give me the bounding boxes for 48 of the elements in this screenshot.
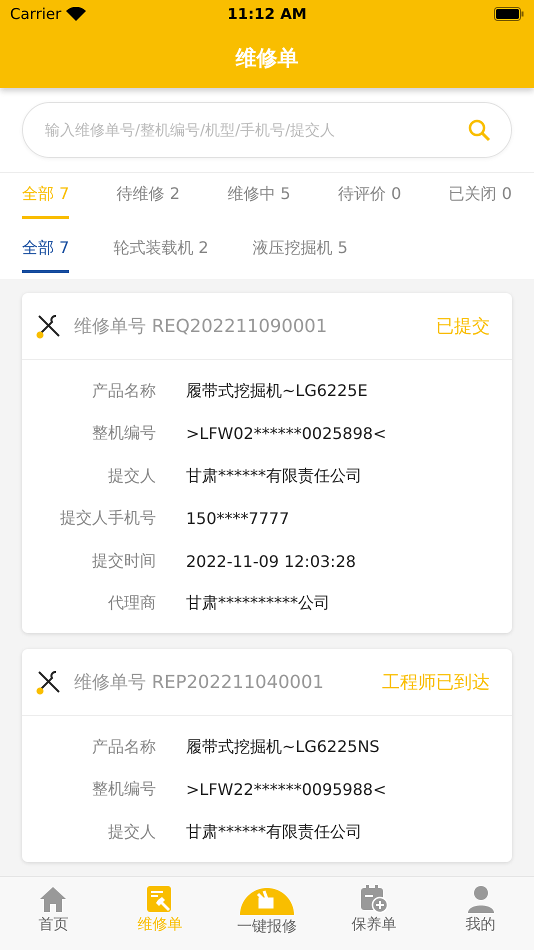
field-label: 提交人 — [107, 822, 156, 843]
field-label: 提交人手机号 — [59, 508, 156, 530]
category-tab[interactable]: 轮式装载机 2 — [113, 227, 209, 273]
page-title: 维修单 — [236, 45, 298, 72]
tab-bar-item[interactable]: 保养单 — [320, 877, 428, 950]
tab-bar-item[interactable]: 我的 — [427, 877, 534, 950]
battery-icon — [494, 7, 524, 21]
person-icon — [466, 885, 495, 913]
wifi-icon — [66, 7, 86, 21]
field-value: >LFW02******0025898< — [186, 424, 386, 444]
field-value: 甘肃**********公司 — [186, 593, 330, 614]
field-value: 150****7777 — [186, 509, 290, 528]
category-tab[interactable]: 全部 7 — [22, 227, 70, 273]
order-status: 工程师已到达 — [382, 671, 490, 694]
order-number: 维修单号 REP202211040001 — [74, 671, 325, 694]
field-label: 整机编号 — [91, 779, 156, 800]
carrier-label: Carrier — [10, 5, 62, 23]
order-number: 维修单号 REQ202211090001 — [74, 315, 328, 338]
home-icon — [39, 885, 68, 913]
field-label: 整机编号 — [91, 423, 156, 444]
field-value: >LFW22******0095988< — [186, 780, 386, 800]
field-label: 代理商 — [107, 593, 156, 614]
clock: 11:12 AM — [226, 5, 308, 23]
order-card[interactable]: 维修单号 REQ202211090001 已提交 产品名称 履带式挖掘机~LG6225E 整机编号 >LFW02******0025898< 提交人 甘肃******有限责任公司 提交人手机号 150****7777 提交时间 2022-11-09 12:03:28 代理商 甘肃**********公司 — [22, 293, 512, 633]
status-tab[interactable]: 已关闭 0 — [448, 173, 512, 219]
search-icon[interactable] — [467, 118, 491, 142]
calendar-plus-icon — [360, 885, 388, 913]
field-value: 甘肃******有限责任公司 — [186, 822, 362, 843]
field-label: 产品名称 — [91, 380, 156, 402]
tools-icon — [36, 669, 62, 695]
field-label: 产品名称 — [91, 736, 156, 758]
search-field[interactable]: 输入维修单号/整机编号/机型/手机号/提交人 — [22, 102, 512, 158]
field-value: 甘肃******有限责任公司 — [186, 466, 362, 487]
field-label: 提交人 — [107, 466, 156, 487]
field-label: 提交时间 — [91, 550, 156, 572]
order-status: 已提交 — [436, 315, 490, 338]
tab-bar-item[interactable]: 一键报修 — [214, 877, 320, 950]
search-input[interactable]: 输入维修单号/整机编号/机型/手机号/提交人 — [43, 120, 467, 140]
status-tab[interactable]: 待评价 0 — [338, 173, 402, 219]
field-value: 履带式挖掘机~LG6225E — [186, 380, 368, 402]
order-card[interactable]: 维修单号 REP202211040001 工程师已到达 产品名称 履带式挖掘机~LG6225NS 整机编号 >LFW22******0095988< 提交人 甘肃******有限责任公司 — [22, 649, 512, 862]
field-value: 2022-11-09 12:03:28 — [186, 552, 356, 571]
category-tab[interactable]: 液压挖掘机 5 — [252, 227, 348, 273]
field-value: 履带式挖掘机~LG6225NS — [186, 736, 380, 758]
tab-bar-item[interactable]: 首页 — [0, 877, 107, 950]
tools-icon — [36, 313, 62, 339]
status-tab[interactable]: 维修中 5 — [227, 173, 291, 219]
status-tab[interactable]: 待维修 2 — [116, 173, 180, 219]
